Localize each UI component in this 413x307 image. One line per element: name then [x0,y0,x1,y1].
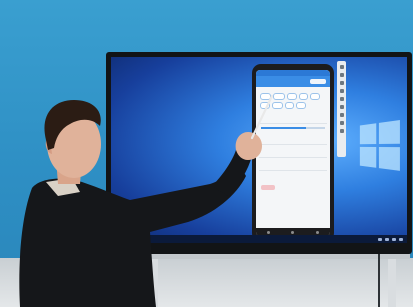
stylus [250,94,274,140]
presenter [19,94,274,307]
presenter-hand [235,132,262,160]
